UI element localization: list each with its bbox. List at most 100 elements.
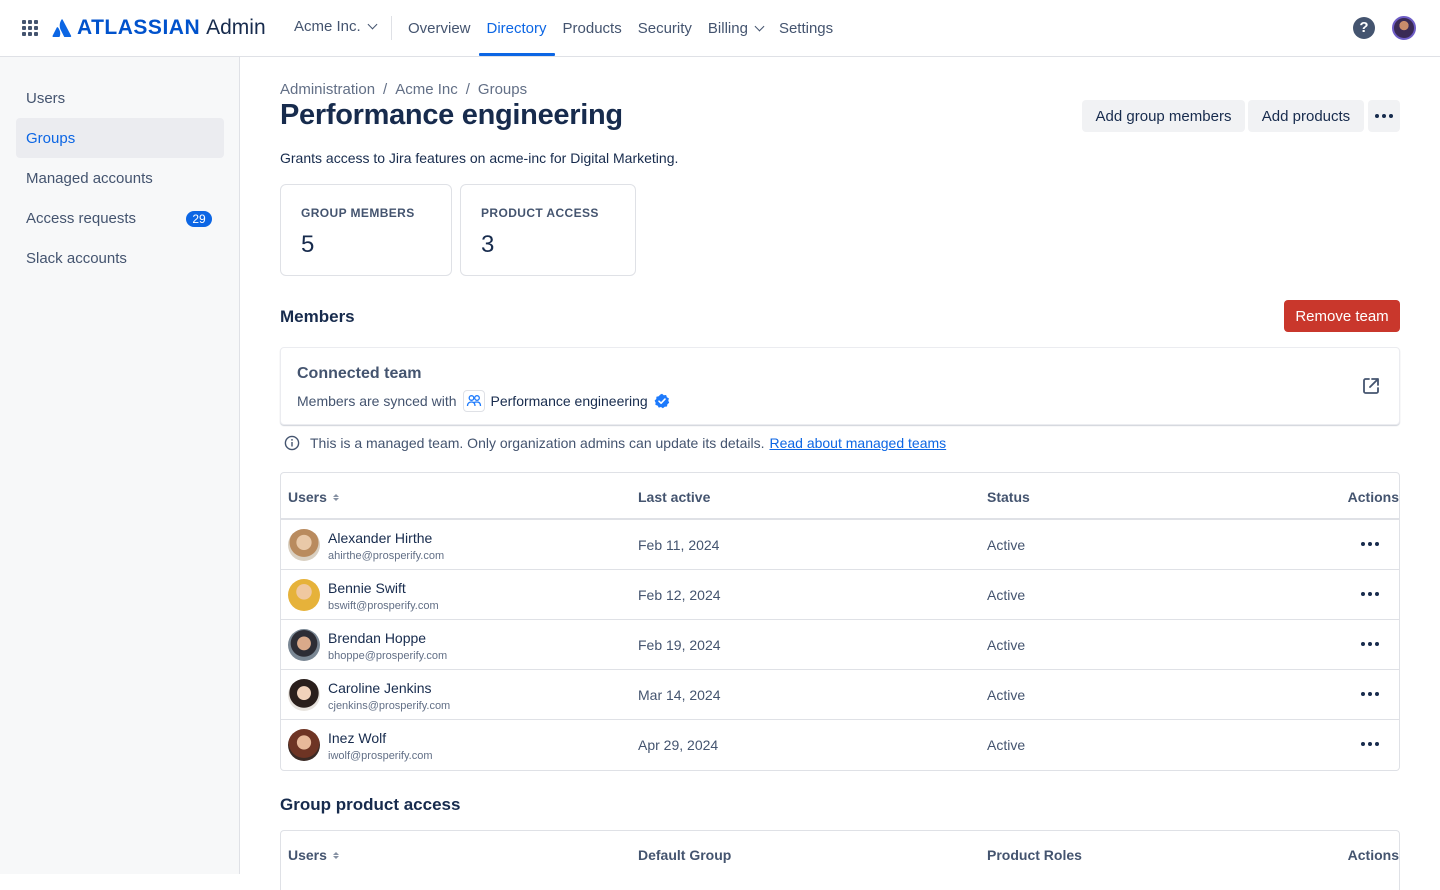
sync-prefix: Members are synced with [297,393,457,409]
user-email: cjenkins@prosperify.com [328,700,451,712]
notice-text: This is a managed team. Only organizatio… [310,435,765,451]
nav-security[interactable]: Security [630,0,700,56]
stat-value: 5 [301,231,315,258]
nav-security-label: Security [637,19,692,37]
sidebar-item-label: Slack accounts [26,249,127,267]
row-more-icon[interactable] [1361,742,1379,746]
profile-avatar[interactable] [1392,16,1416,40]
breadcrumb-acme-inc[interactable]: Acme Inc [395,81,458,98]
status: Active [987,737,1026,753]
column-users[interactable]: Users [288,847,339,863]
sidebar-item-access-requests[interactable]: Access requests 29 [16,198,224,238]
avatar [288,679,320,711]
connected-team-heading: Connected team [297,365,422,382]
nav-directory[interactable]: Directory [478,0,555,56]
nav-products[interactable]: Products [555,0,630,56]
product-access-table: Users Default Group Product Roles Action… [280,830,1400,890]
group-product-access-heading: Group product access [280,795,461,814]
verified-badge-icon [654,393,669,409]
breadcrumb: Administration / Acme Inc / Groups [280,81,527,98]
column-users-label: Users [288,489,327,505]
sidebar-item-label: Access requests [26,209,137,227]
nav-billing[interactable]: Billing [700,0,771,56]
group-members-stat-card: GROUP MEMBERS 5 [280,184,452,276]
read-about-managed-teams-link[interactable]: Read about managed teams [769,435,946,451]
nav-settings[interactable]: Settings [771,0,841,56]
sidebar-item-label: Users [26,89,66,107]
group-description: Grants access to Jira features on acme-i… [280,150,679,166]
nav-directory-label: Directory [486,19,547,37]
user-name[interactable]: Brendan Hoppe [328,630,426,646]
column-actions-label: Actions [1347,847,1399,863]
sidebar-item-users[interactable]: Users [16,78,224,118]
team-icon [462,390,485,412]
sort-icon [332,851,339,859]
table-row: Caroline Jenkins cjenkins@prosperify.com… [281,670,1399,720]
table-row: Alexander Hirthe ahirthe@prosperify.com … [281,520,1399,570]
row-more-icon[interactable] [1361,692,1379,696]
connected-team-panel: Connected team Members are synced with P… [280,347,1400,425]
nav-settings-label: Settings [778,19,834,37]
members-table-header: Users Last active Status Actions [281,473,1399,520]
breadcrumb-separator: / [465,81,470,98]
add-products-button[interactable]: Add products [1248,100,1364,132]
org-name: Acme Inc. [294,18,361,35]
nav-overview[interactable]: Overview [400,0,479,56]
sidebar-item-slack-accounts[interactable]: Slack accounts [16,238,224,278]
column-actions-label: Actions [1347,489,1399,505]
team-sync-line: Members are synced with Performance engi… [297,390,670,412]
product-name: Admin [206,16,266,39]
breadcrumb-separator: / [383,81,388,98]
nav-divider [391,16,392,40]
members-table: Users Last active Status Actions Alexand… [280,472,1400,771]
column-users-label: Users [288,847,327,863]
more-actions-button[interactable] [1368,100,1400,132]
brand-name: ATLASSIAN [77,16,201,39]
top-navigation: ATLASSIAN Admin Acme Inc. Overview Direc… [0,0,1440,57]
avatar [288,729,320,761]
avatar [288,529,320,561]
page-title: Performance engineering [280,99,623,131]
sidebar-item-managed-accounts[interactable]: Managed accounts [16,158,224,198]
nav-billing-label: Billing [707,19,748,37]
user-email: ahirthe@prosperify.com [328,550,445,562]
row-more-icon[interactable] [1361,642,1379,646]
last-active: Apr 29, 2024 [638,737,719,753]
remove-team-button[interactable]: Remove team [1284,300,1400,332]
product-access-stat-card: PRODUCT ACCESS 3 [460,184,636,276]
row-more-icon[interactable] [1361,592,1379,596]
external-link-icon[interactable] [1361,376,1381,396]
column-last-active: Last active [638,489,711,505]
user-email: bswift@prosperify.com [328,600,439,612]
user-email: iwolf@prosperify.com [328,750,433,762]
user-email: bhoppe@prosperify.com [328,650,448,662]
row-more-icon[interactable] [1361,542,1379,546]
stat-label: GROUP MEMBERS [301,206,415,220]
user-name[interactable]: Inez Wolf [328,730,386,746]
breadcrumb-administration[interactable]: Administration [280,81,375,98]
status: Active [987,687,1026,703]
stat-value: 3 [481,231,495,258]
info-icon [284,435,300,451]
chevron-down-icon [367,19,378,30]
status: Active [987,587,1026,603]
org-switcher[interactable]: Acme Inc. [294,18,378,35]
add-group-members-button[interactable]: Add group members [1082,100,1245,132]
table-row: Inez Wolf iwolf@prosperify.com Apr 29, 2… [281,720,1399,770]
sidebar-item-groups[interactable]: Groups [16,118,224,158]
sidebar: Users Groups Managed accounts Access req… [0,57,240,874]
status: Active [987,537,1026,553]
atlassian-admin-logo[interactable]: ATLASSIAN Admin [52,14,266,42]
last-active: Feb 12, 2024 [638,587,721,603]
user-name[interactable]: Alexander Hirthe [328,530,432,546]
column-users[interactable]: Users [288,489,339,505]
user-name[interactable]: Bennie Swift [328,580,406,596]
members-heading: Members [280,307,355,326]
breadcrumb-groups[interactable]: Groups [478,81,527,98]
last-active: Mar 14, 2024 [638,687,721,703]
access-requests-count-badge: 29 [186,211,212,227]
help-icon[interactable]: ? [1353,17,1375,39]
app-switcher-icon[interactable] [22,20,38,36]
user-name[interactable]: Caroline Jenkins [328,680,432,696]
connected-team-name[interactable]: Performance engineering [491,393,648,409]
